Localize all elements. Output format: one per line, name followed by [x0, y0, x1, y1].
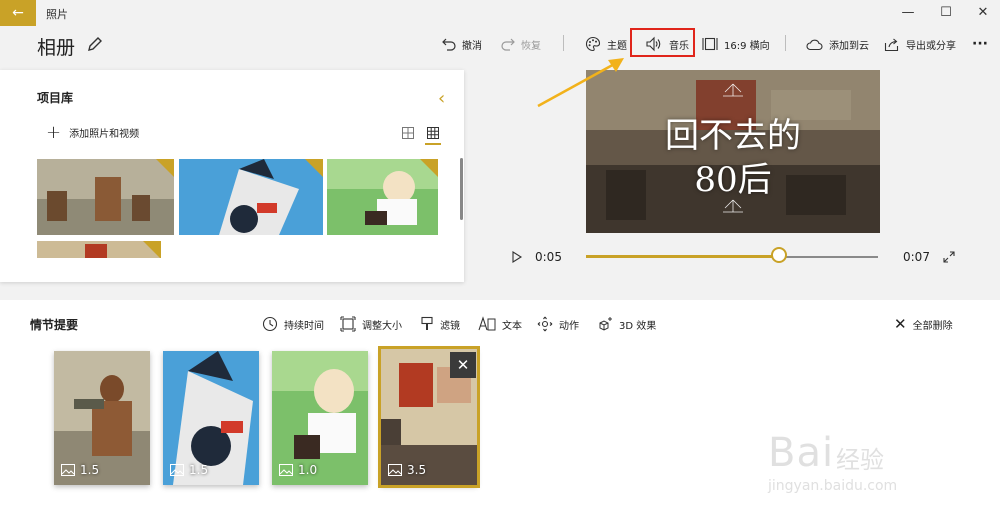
palette-icon [585, 36, 601, 52]
duration-label: 持续时间 [284, 320, 324, 332]
collapse-chevron-icon[interactable]: ‹ [438, 88, 445, 109]
theme-label: 主题 [607, 40, 627, 52]
thumbnail-boys-river [37, 159, 174, 235]
back-arrow-icon[interactable]: ← [0, 0, 36, 26]
text-button[interactable]: 文本 [478, 316, 522, 332]
aspect-ratio-label: 16:9 横向 [724, 40, 770, 52]
music-highlight-box [630, 28, 695, 57]
add-to-cloud-button[interactable]: 添加到云 [806, 35, 869, 53]
play-icon[interactable] [511, 251, 523, 263]
toolbar-divider [563, 35, 564, 51]
3d-effects-button[interactable]: 3D 效果 [597, 316, 656, 332]
aspect-ratio-icon [702, 37, 718, 51]
redo-button[interactable]: 恢复 [501, 35, 541, 53]
total-time: 0:07 [903, 250, 930, 264]
close-icon: ✕ [894, 315, 907, 333]
resize-label: 调整大小 [362, 320, 402, 332]
motion-label: 动作 [559, 320, 579, 332]
storyboard-card[interactable]: 1.0 [272, 351, 368, 485]
image-icon [170, 464, 184, 476]
dense-grid-view-icon[interactable] [427, 127, 439, 139]
preview-title-line1: 回不去的 [665, 116, 801, 156]
library-scrollbar[interactable] [460, 158, 463, 220]
current-time: 0:05 [535, 250, 562, 264]
export-share-label: 导出或分享 [906, 40, 956, 52]
library-thumbnail[interactable] [37, 241, 161, 258]
selected-view-indicator [425, 143, 441, 145]
storyboard-title: 情节提要 [30, 318, 79, 332]
text-label: 文本 [502, 320, 522, 332]
watermark-brand-cn: 经验 [836, 446, 884, 474]
storyboard-card[interactable]: 1.5 [163, 351, 259, 485]
motion-icon [537, 316, 553, 332]
grid-view-icon[interactable] [402, 127, 414, 139]
resize-button[interactable]: 调整大小 [340, 316, 402, 332]
delete-all-button[interactable]: ✕ 全部删除 [894, 315, 953, 333]
watermark-url: jingyan.baidu.com [768, 478, 898, 494]
library-thumbnail[interactable] [179, 159, 323, 235]
plus-icon: + [46, 121, 62, 143]
filter-button[interactable]: 滤镜 [420, 316, 460, 332]
cloud-icon [806, 39, 823, 50]
album-title: 相册 [37, 37, 76, 59]
storyboard-card[interactable]: 1.5 [54, 351, 150, 485]
aspect-ratio-button[interactable]: 16:9 横向 [702, 35, 770, 53]
progress-fill [586, 255, 779, 258]
maximize-button[interactable]: ☐ [931, 3, 961, 23]
redo-label: 恢复 [521, 40, 541, 52]
card-duration: 1.5 [170, 463, 208, 477]
add-to-cloud-label: 添加到云 [829, 40, 869, 52]
image-icon [279, 464, 293, 476]
card-duration: 1.5 [61, 463, 99, 477]
redo-icon [501, 38, 515, 51]
delete-all-label: 全部删除 [912, 320, 953, 332]
thumbnail-cartoon-bike [179, 159, 323, 235]
remove-card-close-icon[interactable]: ✕ [450, 352, 476, 378]
image-icon [61, 464, 75, 476]
minimize-button[interactable]: — [893, 3, 923, 23]
text-icon [478, 316, 496, 331]
sparkle-cube-icon [599, 317, 612, 331]
share-icon [884, 38, 899, 51]
title-bar [0, 0, 1000, 26]
close-button[interactable]: ✕ [968, 3, 998, 23]
library-title: 项目库 [37, 91, 74, 105]
undo-label: 撤消 [462, 40, 482, 52]
library-thumbnail[interactable] [37, 159, 174, 235]
undo-icon [442, 38, 456, 51]
clock-icon [262, 316, 278, 332]
preview-title-line2: 80后 [694, 160, 772, 200]
card-duration-value: 1.0 [298, 463, 318, 477]
library-thumbnail[interactable] [327, 159, 438, 235]
export-share-button[interactable]: 导出或分享 [884, 35, 956, 53]
card-duration-value: 1.5 [189, 463, 209, 477]
motion-button[interactable]: 动作 [537, 316, 579, 332]
add-photos-videos-label: 添加照片和视频 [69, 129, 140, 140]
card-duration-value: 1.5 [80, 463, 100, 477]
app-title: 照片 [46, 8, 68, 21]
3d-effects-label: 3D 效果 [619, 320, 657, 332]
card-duration: 1.0 [279, 463, 317, 477]
more-options-button[interactable]: ··· [972, 35, 988, 53]
duration-button[interactable]: 持续时间 [262, 316, 324, 332]
watermark-brand: Bai [768, 430, 835, 476]
filter-label: 滤镜 [440, 320, 460, 332]
pencil-icon[interactable] [86, 35, 104, 53]
annotation-arrow-icon [537, 58, 624, 108]
resize-icon [340, 316, 356, 332]
progress-slider-thumb[interactable] [771, 247, 787, 263]
add-photos-videos-button[interactable]: + 添加照片和视频 [46, 121, 140, 143]
undo-button[interactable]: 撤消 [442, 35, 482, 53]
fullscreen-icon[interactable] [943, 251, 955, 263]
theme-button[interactable]: 主题 [585, 35, 627, 53]
filter-brush-icon [421, 316, 433, 330]
toolbar-divider [785, 35, 786, 51]
